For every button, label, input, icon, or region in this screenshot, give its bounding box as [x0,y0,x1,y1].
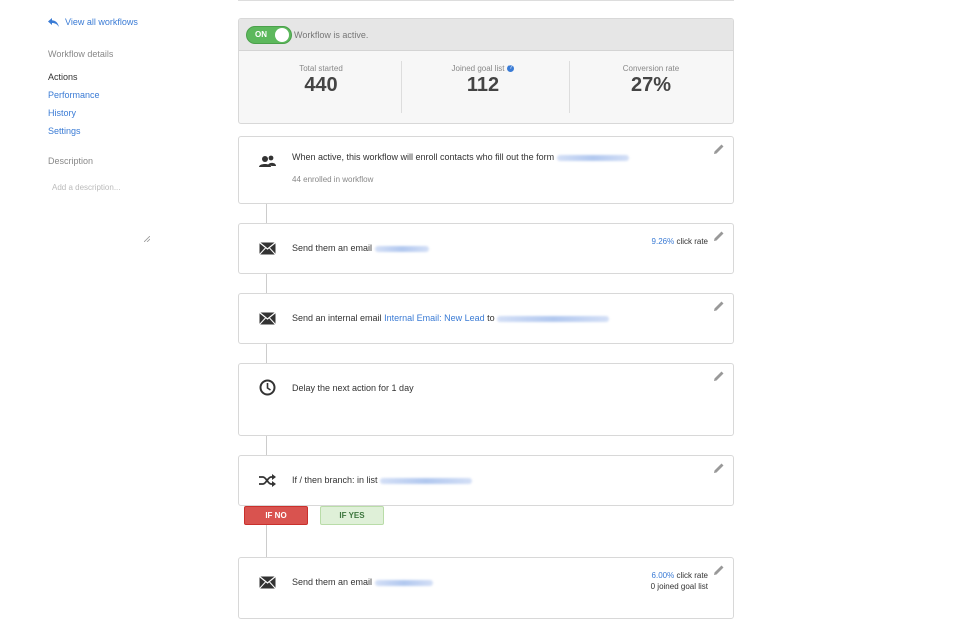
sidebar-item-settings[interactable]: Settings [48,126,81,136]
sidebar-item-performance[interactable]: Performance [48,90,100,100]
envelope-icon [259,576,276,589]
envelope-icon [259,312,276,325]
edit-pencil-icon[interactable] [713,300,725,312]
step-send-email[interactable]: Send them an email 9.26% click rate [238,223,734,274]
step-if-then-branch[interactable]: If / then branch: in list [238,455,734,506]
back-arrow-icon [48,17,59,27]
step-delay[interactable]: Delay the next action for 1 day [238,363,734,436]
click-rate: 6.00% click rate [651,571,708,580]
stat-value: 440 [304,74,338,96]
redacted-email-name [374,245,429,252]
if-yes-branch-tab[interactable]: IF YES [320,506,384,525]
step-text: If / then branch: in list [292,475,473,485]
step-send-email-2[interactable]: Send them an email 6.00% click rate 0 jo… [238,557,734,619]
toggle-label: ON [255,30,267,39]
click-rate: 9.26% click rate [651,237,708,246]
clock-icon [259,379,276,396]
status-header: ON Workflow is active. [239,19,733,51]
edit-pencil-icon[interactable] [713,564,725,576]
stat-label: Joined goal list [451,64,505,73]
description-textarea[interactable]: Add a description... [48,176,150,242]
redacted-form-name [556,154,629,161]
contacts-icon [259,155,276,167]
stat-total-started: Total started 440 [241,64,401,97]
stat-conversion-rate: Conversion rate 27% [571,64,731,97]
shuffle-branch-icon [259,474,276,487]
step-text: When active, this workflow will enroll c… [292,152,629,162]
goal-count: 0 joined goal list [650,582,708,591]
edit-pencil-icon[interactable] [713,462,725,474]
active-status-text: Workflow is active. [294,30,369,40]
workflow-on-toggle[interactable]: ON [246,26,292,44]
redacted-recipient [497,315,610,322]
stat-value: 112 [466,74,500,96]
stat-value: 27% [630,74,672,96]
stat-divider [569,61,570,113]
internal-email-link[interactable]: Internal Email: New Lead [384,313,485,323]
stat-label: Conversion rate [622,64,680,73]
edit-pencil-icon[interactable] [713,370,725,382]
redacted-email-name [374,579,433,586]
if-no-branch-tab[interactable]: IF NO [244,506,308,525]
step-text: Send an internal email Internal Email: N… [292,313,610,323]
sidebar-item-history[interactable]: History [48,108,76,118]
edit-pencil-icon[interactable] [713,230,725,242]
step-text: Delay the next action for 1 day [292,383,414,393]
description-heading: Description [48,156,94,166]
stat-divider [401,61,402,113]
enrolled-count: 44 enrolled in workflow [292,175,374,184]
step-internal-email[interactable]: Send an internal email Internal Email: N… [238,293,734,344]
edit-pencil-icon[interactable] [713,143,725,155]
back-label: View all workflows [65,17,138,27]
description-placeholder: Add a description... [52,183,121,192]
envelope-icon [259,242,276,255]
toggle-knob [275,28,289,42]
stat-label: Total started [299,64,343,73]
step-text: Send them an email [292,243,429,253]
step-text: Send them an email [292,577,433,587]
workflow-details-heading: Workflow details [48,49,114,59]
step-enrollment-trigger[interactable]: When active, this workflow will enroll c… [238,136,734,204]
help-icon[interactable]: ? [507,65,515,72]
stat-joined-goal-list: Joined goal list ? 112 [403,64,563,97]
sidebar-item-actions[interactable]: Actions [48,72,78,82]
view-all-workflows-link[interactable]: View all workflows [48,17,138,27]
top-divider [238,0,734,1]
resize-handle-icon[interactable] [144,236,150,242]
workflow-status-card: ON Workflow is active. Total started 440… [238,18,734,124]
redacted-list-name [380,477,473,484]
